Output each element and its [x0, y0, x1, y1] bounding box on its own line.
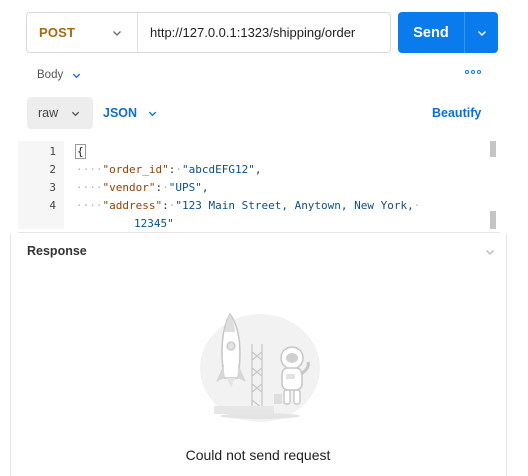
body-mode-select[interactable]: raw — [27, 97, 93, 129]
request-pane: POST Send Body raw JSON — [0, 0, 528, 476]
divider — [18, 232, 500, 233]
scrollbar-thumb[interactable] — [490, 141, 496, 157]
method-select[interactable]: POST — [27, 13, 138, 52]
line-number-gutter: 1 2 3 4 — [18, 141, 64, 229]
body-mode-label: raw — [38, 106, 59, 120]
code-editor[interactable]: 1 2 3 4 { ····"order_id":·"abcdEFG12", ·… — [18, 141, 500, 229]
chevron-down-icon — [148, 111, 157, 116]
body-format-select[interactable]: JSON — [103, 106, 158, 120]
more-options-icon[interactable] — [465, 70, 481, 74]
json-value: "123 Main Street, Anytown, New York, — [175, 199, 414, 212]
empty-state-message: Could not send request — [185, 447, 331, 463]
body-format-label: JSON — [103, 106, 138, 120]
editor-scrollbar[interactable] — [490, 141, 496, 229]
send-button-group: Send — [398, 12, 498, 53]
json-key: "vendor" — [102, 181, 156, 194]
code-line: ····"address":·"123 Main Street, Anytown… — [76, 199, 421, 212]
divider — [506, 234, 507, 476]
send-dropdown-button[interactable] — [465, 12, 498, 53]
chevron-down-icon — [113, 30, 121, 36]
chevron-down-icon — [71, 111, 80, 116]
tab-body[interactable]: Body — [37, 69, 82, 81]
url-bar: POST — [26, 12, 391, 53]
json-value: "UPS" — [168, 181, 202, 194]
response-title: Response — [27, 244, 87, 258]
chevron-down-icon — [477, 30, 486, 36]
method-label: POST — [39, 25, 76, 40]
more-dot — [477, 70, 481, 74]
line-number: 1 — [49, 145, 56, 158]
send-button[interactable]: Send — [398, 12, 464, 53]
json-key: "order_id" — [102, 163, 169, 176]
line-number: 2 — [49, 163, 56, 176]
divider — [10, 234, 11, 476]
tab-body-label: Body — [37, 69, 64, 81]
beautify-button[interactable]: Beautify — [432, 106, 481, 120]
more-dot — [471, 70, 475, 74]
astronaut-rocket-illustration — [200, 312, 320, 422]
open-brace: { — [75, 144, 86, 159]
scrollbar-thumb[interactable] — [490, 211, 496, 229]
url-input[interactable] — [138, 13, 390, 52]
json-value-wrap: 12345" — [134, 217, 174, 229]
chevron-down-icon[interactable] — [484, 246, 496, 258]
chevron-down-icon — [73, 73, 81, 78]
code-line: ····"order_id":·"abcdEFG12", — [76, 163, 262, 176]
code-line: { — [75, 143, 86, 161]
json-value: "abcdEFG12" — [181, 163, 255, 176]
more-dot — [465, 70, 469, 74]
line-number: 3 — [49, 181, 56, 194]
line-number: 4 — [49, 199, 56, 212]
json-key: "address" — [102, 199, 163, 212]
code-line: ····"vendor":·"UPS", — [76, 181, 209, 194]
code-line-wrap: 12345" — [134, 215, 174, 229]
